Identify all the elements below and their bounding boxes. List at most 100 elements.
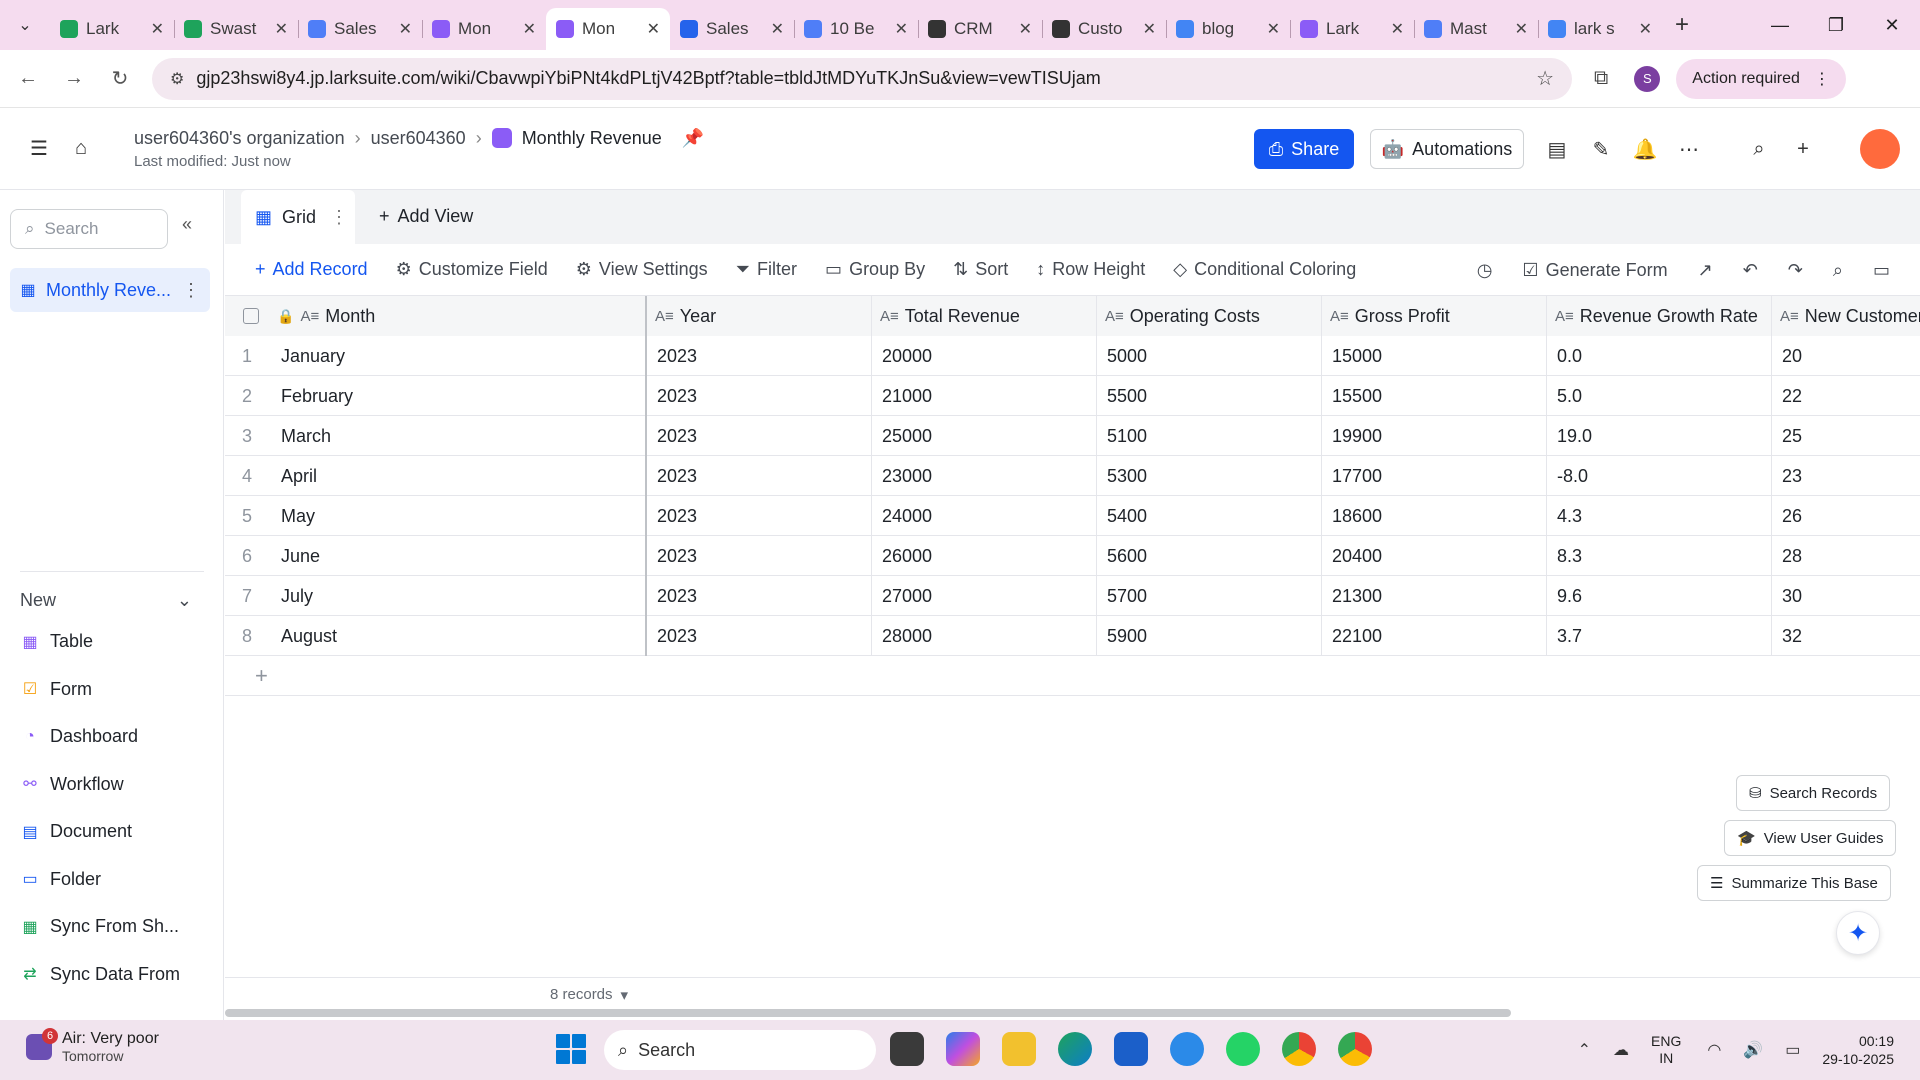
language-indicator[interactable]: ENG IN [1651, 1033, 1681, 1067]
add-record-button[interactable]: + Add Record [255, 259, 368, 280]
browser-tab[interactable]: Custo ✕ [1042, 8, 1166, 50]
sidebar-new-item[interactable]: ▦ Table [20, 618, 180, 666]
record-count-dropdown[interactable]: 8 records ▾ [550, 986, 628, 1004]
browser-tab[interactable]: Mon ✕ [422, 8, 546, 50]
browser-tab[interactable]: Sales ✕ [670, 8, 794, 50]
table-cell[interactable]: 2023 [647, 536, 872, 576]
app-icon[interactable] [890, 1032, 924, 1066]
template-icon[interactable]: ▤ [1540, 132, 1574, 166]
table-cell[interactable]: 22100 [1322, 616, 1547, 656]
sort-button[interactable]: ⇅ Sort [953, 259, 1008, 280]
table-cell[interactable]: 5500 [1097, 376, 1322, 416]
table-cell[interactable]: 25 [1772, 416, 1920, 456]
table-cell[interactable]: 2023 [647, 616, 872, 656]
table-cell[interactable]: 9.6 [1547, 576, 1772, 616]
column-header-total-revenue[interactable]: A≡ Total Revenue [872, 296, 1097, 336]
table-cell[interactable]: 21000 [872, 376, 1097, 416]
pin-icon[interactable]: 📌 [682, 128, 704, 149]
table-cell[interactable]: 2023 [647, 416, 872, 456]
file-explorer-icon[interactable] [1002, 1032, 1036, 1066]
table-cell[interactable]: 24000 [872, 496, 1097, 536]
column-header-operating-costs[interactable]: A≡ Operating Costs [1097, 296, 1322, 336]
customize-field-button[interactable]: ⚙ Customize Field [396, 259, 548, 280]
table-cell[interactable]: 4.3 [1547, 496, 1772, 536]
battery-icon[interactable]: ▭ [1785, 1040, 1800, 1060]
close-tab-icon[interactable]: ✕ [647, 19, 660, 39]
table-cell[interactable]: 5400 [1097, 496, 1322, 536]
table-cell[interactable]: 15000 [1322, 336, 1547, 376]
forward-button[interactable]: → [56, 67, 92, 90]
tab-grid-view[interactable]: ▦ Grid ⋮ [241, 190, 355, 244]
column-header-year[interactable]: A≡ Year [647, 296, 872, 336]
chrome-profile-icon[interactable] [1338, 1032, 1372, 1066]
site-info-icon[interactable]: ⚙ [170, 69, 184, 89]
table-cell[interactable]: 2023 [647, 496, 872, 536]
table-cell[interactable]: 5600 [1097, 536, 1322, 576]
history-icon[interactable]: ◷ [1477, 260, 1493, 281]
select-all-checkbox[interactable] [225, 296, 269, 336]
plus-icon[interactable]: + [1786, 132, 1820, 166]
clock[interactable]: 00:19 29-10-2025 [1822, 1032, 1894, 1068]
share-button[interactable]: ⎙ Share [1254, 129, 1354, 169]
table-cell[interactable]: 2023 [647, 576, 872, 616]
table-cell[interactable]: July [269, 576, 647, 616]
table-cell[interactable]: 20400 [1322, 536, 1547, 576]
table-cell[interactable]: 5700 [1097, 576, 1322, 616]
table-row[interactable]: 6 June 2023 26000 5600 20400 8.3 28 [225, 536, 1920, 576]
close-tab-icon[interactable]: ✕ [151, 19, 164, 39]
share-view-icon[interactable]: ↗ [1698, 260, 1713, 281]
automations-button[interactable]: 🤖 Automations [1370, 129, 1524, 169]
restore-button[interactable]: ❐ [1808, 0, 1864, 50]
more-vert-icon[interactable]: ⋮ [330, 207, 348, 228]
row-height-button[interactable]: ↕ Row Height [1036, 259, 1145, 280]
browser-tab[interactable]: Lark ✕ [50, 8, 174, 50]
filter-button[interactable]: ⏷ Filter [736, 259, 797, 280]
generate-form-button[interactable]: ☑ Generate Form [1522, 260, 1667, 281]
table-cell[interactable]: -8.0 [1547, 456, 1772, 496]
column-header-new-customers[interactable]: A≡ New Customers [1772, 296, 1920, 336]
volume-icon[interactable]: 🔊 [1743, 1040, 1763, 1060]
page-title[interactable]: Monthly Revenue [522, 128, 662, 149]
table-cell[interactable]: 20 [1772, 336, 1920, 376]
close-tab-icon[interactable]: ✕ [1143, 19, 1156, 39]
undo-icon[interactable]: ↶ [1743, 260, 1758, 281]
sidebar-new-item[interactable]: ⇄ Sync Data From [20, 951, 180, 999]
view-user-guides-button[interactable]: 🎓 View User Guides [1724, 820, 1897, 856]
table-row[interactable]: 2 February 2023 21000 5500 15500 5.0 22 [225, 376, 1920, 416]
action-required-button[interactable]: Action required ⋮ [1676, 58, 1846, 99]
reload-button[interactable]: ↻ [102, 66, 138, 91]
taskbar-search[interactable]: ⌕ Search [604, 1030, 876, 1070]
close-tab-icon[interactable]: ✕ [1639, 19, 1652, 39]
profile-avatar[interactable]: S [1634, 65, 1661, 92]
sidebar-new-item[interactable]: ⚯ Workflow [20, 761, 180, 809]
table-cell[interactable]: March [269, 416, 647, 456]
minimize-button[interactable]: — [1752, 0, 1808, 50]
browser-tab[interactable]: CRM ✕ [918, 8, 1042, 50]
table-cell[interactable]: 5900 [1097, 616, 1322, 656]
browser-tab[interactable]: Lark ✕ [1290, 8, 1414, 50]
browser-tab[interactable]: lark s ✕ [1538, 8, 1662, 50]
close-tab-icon[interactable]: ✕ [399, 19, 412, 39]
column-header-month[interactable]: 🔒 A≡ Month [269, 296, 647, 336]
table-cell[interactable]: April [269, 456, 647, 496]
table-cell[interactable]: May [269, 496, 647, 536]
sidebar-new-item[interactable]: ◔ Dashboard [20, 713, 180, 761]
table-cell[interactable]: 17700 [1322, 456, 1547, 496]
plugin-icon[interactable]: ✎ [1584, 132, 1618, 166]
home-icon[interactable]: ⌂ [64, 132, 98, 166]
close-tab-icon[interactable]: ✕ [895, 19, 908, 39]
weather-widget[interactable]: 6 Air: Very poor Tomorrow [26, 1028, 159, 1064]
ai-assistant-button[interactable]: ✦ [1836, 911, 1880, 955]
table-cell[interactable]: 26 [1772, 496, 1920, 536]
breadcrumb-org[interactable]: user604360's organization [134, 128, 345, 149]
table-cell[interactable]: 18600 [1322, 496, 1547, 536]
table-row[interactable]: 5 May 2023 24000 5400 18600 4.3 26 [225, 496, 1920, 536]
table-cell[interactable]: 19.0 [1547, 416, 1772, 456]
close-window-button[interactable]: ✕ [1864, 0, 1920, 50]
table-cell[interactable]: 23 [1772, 456, 1920, 496]
table-cell[interactable]: 27000 [872, 576, 1097, 616]
redo-icon[interactable]: ↷ [1788, 260, 1803, 281]
collapse-sidebar-icon[interactable]: « [182, 214, 192, 235]
start-button[interactable] [556, 1034, 586, 1064]
table-row[interactable]: 7 July 2023 27000 5700 21300 9.6 30 [225, 576, 1920, 616]
